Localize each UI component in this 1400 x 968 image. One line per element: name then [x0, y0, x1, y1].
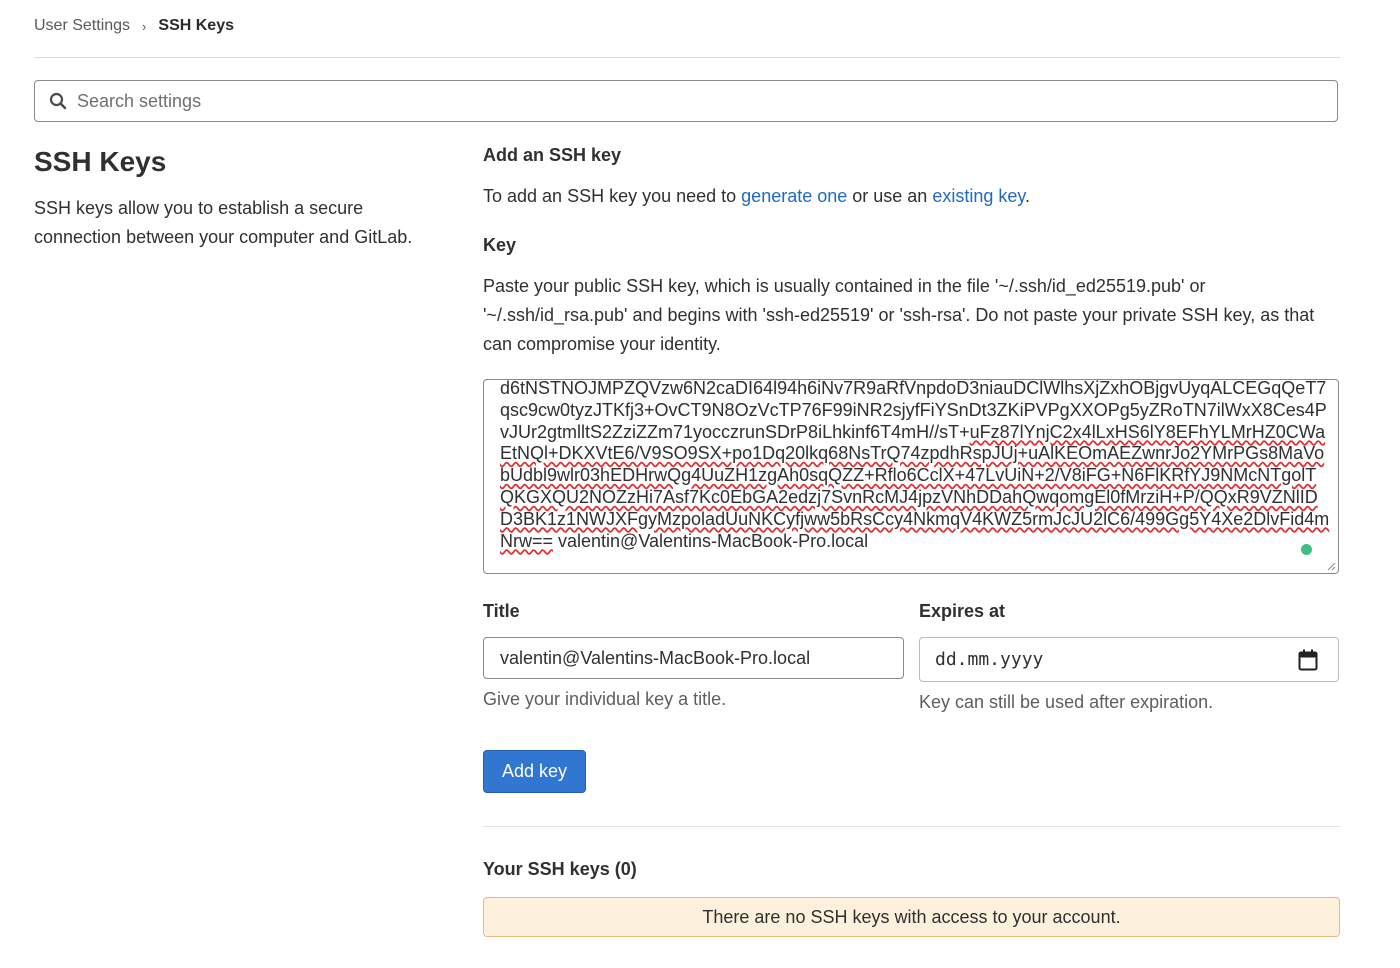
expires-at-value: dd.mm.yyyy [935, 649, 1044, 670]
breadcrumb-ssh-keys[interactable]: SSH Keys [158, 17, 234, 35]
search-icon [49, 92, 67, 110]
existing-key-link[interactable]: existing key [932, 186, 1025, 206]
add-key-button[interactable]: Add key [483, 750, 586, 793]
section-divider [483, 826, 1340, 827]
search-bar[interactable] [34, 80, 1338, 122]
key-textarea-content: d6tNSTNOJMPZQVzw6N2caDI64l94h6iNv7R9aRfV… [500, 380, 1330, 552]
title-hint: Give your individual key a title. [483, 689, 727, 709]
search-input[interactable] [75, 89, 1337, 113]
add-ssh-key-intro: To add an SSH key you need to generate o… [483, 183, 1030, 209]
page-description: SSH keys allow you to establish a secure… [34, 198, 413, 247]
intro-text-start: To add an SSH key you need to [483, 186, 742, 206]
grammar-check-icon[interactable] [1301, 544, 1312, 555]
expires-at-label: Expires at [919, 601, 1006, 621]
title-input-value: valentin@Valentins-MacBook-Pro.local [500, 647, 811, 668]
key-help-text: Paste your public SSH key, which is usua… [483, 276, 1315, 354]
no-keys-message: There are no SSH keys with access to you… [702, 906, 1121, 927]
intro-text-middle: or use an [847, 186, 933, 206]
breadcrumb: User Settings › SSH Keys [34, 14, 234, 38]
add-ssh-key-heading: Add an SSH key [483, 145, 622, 165]
generate-one-link[interactable]: generate one [741, 186, 847, 206]
no-keys-alert: There are no SSH keys with access to you… [483, 897, 1340, 937]
header-divider [34, 57, 1340, 58]
title-label: Title [483, 601, 520, 621]
chevron-right-icon: › [142, 18, 147, 34]
intro-text-end: . [1025, 186, 1031, 206]
key-textarea[interactable]: d6tNSTNOJMPZQVzw6N2caDI64l94h6iNv7R9aRfV… [483, 379, 1339, 574]
your-ssh-keys-heading: Your SSH keys (0) [483, 859, 637, 879]
title-input[interactable]: valentin@Valentins-MacBook-Pro.local [483, 637, 904, 679]
expires-at-date-input[interactable]: dd.mm.yyyy [919, 637, 1339, 682]
breadcrumb-user-settings[interactable]: User Settings [34, 17, 130, 35]
calendar-icon[interactable] [1298, 649, 1318, 671]
key-value-comment: valentin@Valentins-MacBook-Pro.local [553, 530, 869, 551]
page-title: SSH Keys [34, 146, 167, 177]
resize-handle-icon[interactable] [1326, 561, 1336, 571]
expires-at-hint: Key can still be used after expiration. [919, 692, 1214, 712]
key-label: Key [483, 235, 517, 255]
